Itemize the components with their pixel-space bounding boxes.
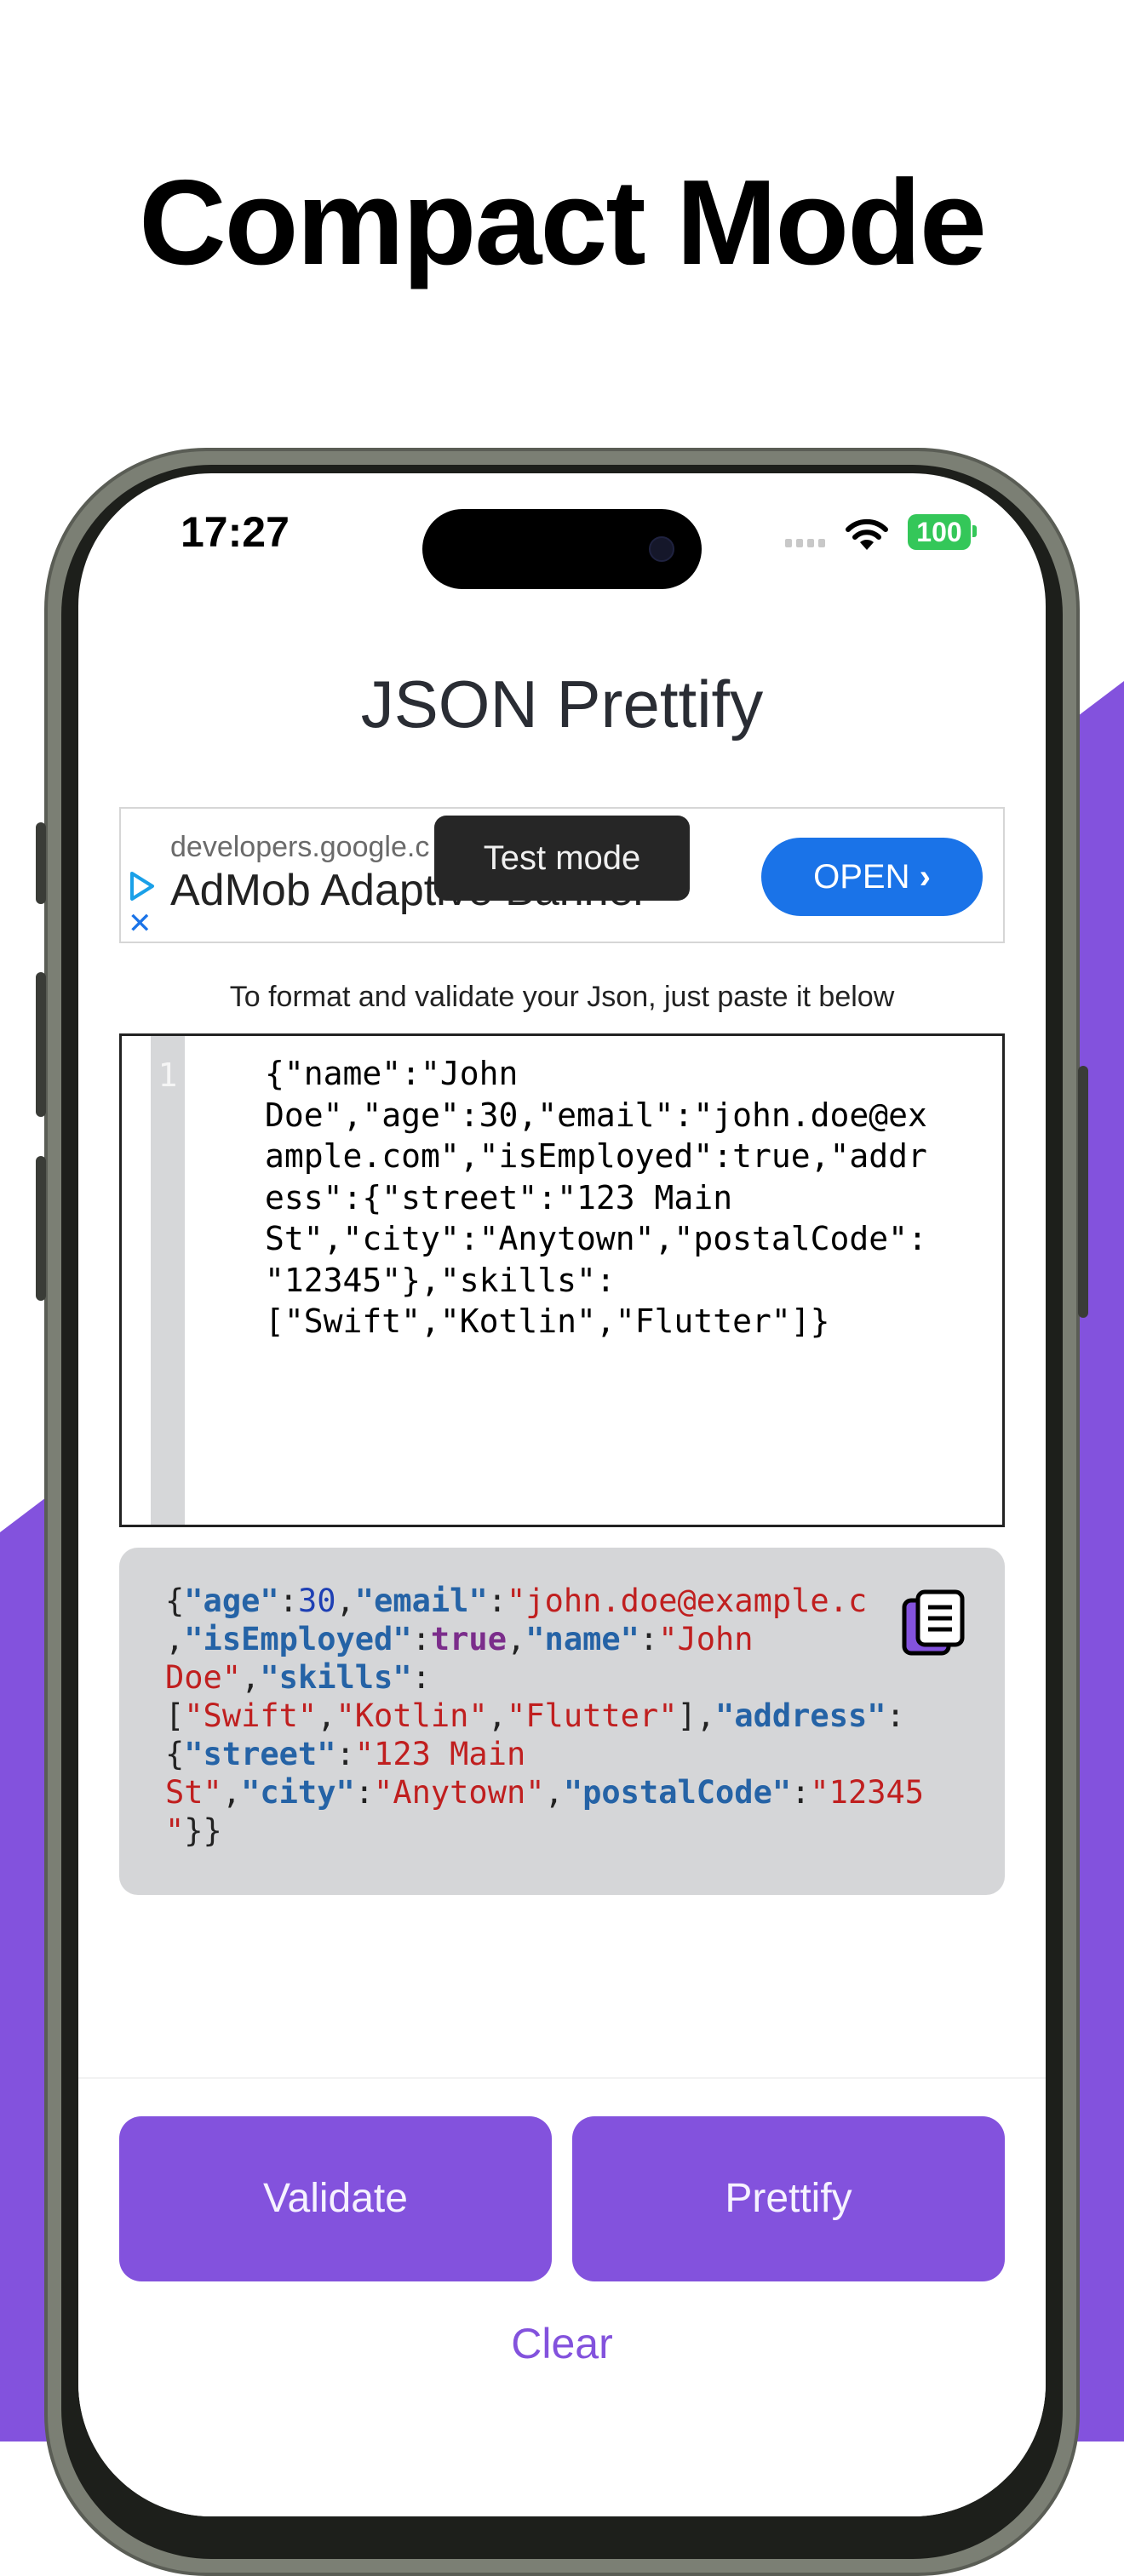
json-token: " bbox=[165, 1812, 185, 1849]
dynamic-island bbox=[422, 509, 702, 589]
json-token: "Flutter" bbox=[507, 1697, 678, 1734]
json-token: , bbox=[165, 1621, 185, 1657]
json-output-text: {"age":30,"email":"john.doe@example.c ,"… bbox=[165, 1582, 983, 1850]
json-token: : bbox=[886, 1697, 905, 1734]
json-token: , bbox=[317, 1697, 336, 1734]
camera-icon bbox=[649, 536, 674, 562]
json-token: "email" bbox=[354, 1583, 488, 1619]
json-token: "Anytown" bbox=[374, 1774, 545, 1811]
json-token: : bbox=[335, 1736, 355, 1772]
json-token: "Kotlin" bbox=[335, 1697, 488, 1734]
wifi-icon bbox=[846, 518, 888, 550]
phone-screen: 17:27 100 JSON Prettify ✕ developers.goo… bbox=[78, 473, 1046, 2516]
json-token: : bbox=[411, 1621, 431, 1657]
phone-volume-up bbox=[36, 972, 46, 1117]
test-mode-toast: Test mode bbox=[434, 816, 690, 901]
ad-choices-icon[interactable] bbox=[128, 870, 157, 902]
json-token: : bbox=[639, 1621, 659, 1657]
json-token: "Swift" bbox=[184, 1697, 318, 1734]
json-token: "John bbox=[658, 1621, 754, 1657]
json-token: , bbox=[335, 1583, 355, 1619]
copy-icon[interactable] bbox=[901, 1589, 966, 1657]
json-token: "age" bbox=[184, 1583, 279, 1619]
json-token: : bbox=[354, 1774, 375, 1811]
json-token: Doe" bbox=[165, 1659, 242, 1696]
json-token: "name" bbox=[525, 1621, 639, 1657]
headline: Compact Mode bbox=[139, 155, 987, 290]
json-token: , bbox=[221, 1774, 242, 1811]
battery-indicator: 100 bbox=[908, 514, 971, 550]
json-token: "skills" bbox=[260, 1659, 412, 1696]
phone-volume-down bbox=[36, 1156, 46, 1301]
clear-button[interactable]: Clear bbox=[78, 2319, 1046, 2368]
json-token: "12345 bbox=[810, 1774, 925, 1811]
json-token: , bbox=[241, 1659, 261, 1696]
json-token: St" bbox=[165, 1774, 222, 1811]
json-token: ], bbox=[677, 1697, 716, 1734]
app-title: JSON Prettify bbox=[360, 667, 764, 741]
json-token: , bbox=[506, 1621, 526, 1657]
json-input-editor[interactable]: 1 {"name":"John Doe","age":30,"email":"j… bbox=[119, 1033, 1005, 1527]
battery-tip bbox=[972, 525, 977, 537]
json-token: }} bbox=[184, 1812, 222, 1849]
phone-side-button bbox=[36, 822, 46, 904]
json-token: "123 Main bbox=[354, 1736, 526, 1772]
json-token: { bbox=[165, 1736, 185, 1772]
json-token: "john.doe@example.c bbox=[507, 1583, 868, 1619]
instructions-text: To format and validate your Json, just p… bbox=[229, 981, 895, 1013]
ad-open-label: OPEN bbox=[813, 858, 910, 896]
json-token: "isEmployed" bbox=[184, 1621, 412, 1657]
phone-power-button bbox=[1078, 1066, 1088, 1318]
json-token: , bbox=[544, 1774, 564, 1811]
json-input-text[interactable]: {"name":"John Doe","age":30,"email":"joh… bbox=[265, 1053, 995, 1342]
json-token: { bbox=[165, 1583, 185, 1619]
json-token: "street" bbox=[184, 1736, 336, 1772]
json-token: [ bbox=[165, 1697, 185, 1734]
cellular-signal-icon bbox=[785, 536, 829, 552]
json-token: : bbox=[791, 1774, 811, 1811]
json-token: : bbox=[278, 1583, 298, 1619]
json-token: : bbox=[487, 1583, 508, 1619]
chevron-right-icon: › bbox=[919, 858, 931, 896]
ad-close-icon[interactable]: ✕ bbox=[128, 909, 152, 938]
json-token: "address" bbox=[715, 1697, 886, 1734]
line-number: 1 bbox=[158, 1056, 178, 1094]
validate-button[interactable]: Validate bbox=[119, 2116, 552, 2281]
json-token: 30 bbox=[297, 1583, 336, 1619]
ad-domain: developers.google.c bbox=[170, 831, 430, 863]
line-gutter: 1 bbox=[151, 1036, 185, 1525]
status-time: 17:27 bbox=[181, 508, 290, 556]
prettify-button[interactable]: Prettify bbox=[572, 2116, 1005, 2281]
json-token: : bbox=[411, 1659, 431, 1696]
json-token: , bbox=[487, 1697, 507, 1734]
json-token: true bbox=[430, 1621, 507, 1657]
json-token: "city" bbox=[241, 1774, 355, 1811]
json-output-panel: {"age":30,"email":"john.doe@example.c ,"… bbox=[119, 1548, 1005, 1895]
json-token: "postalCode" bbox=[563, 1774, 792, 1811]
ad-open-button[interactable]: OPEN › bbox=[761, 838, 983, 916]
